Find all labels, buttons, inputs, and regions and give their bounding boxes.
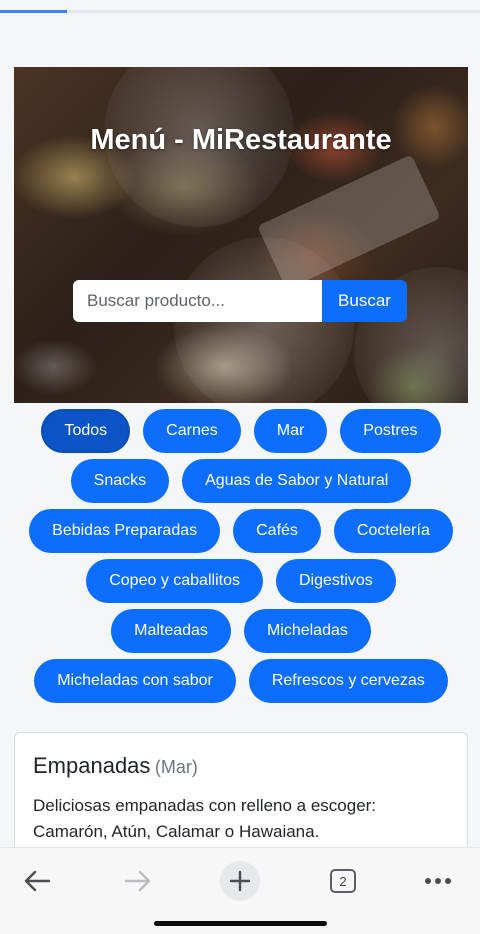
product-name: Empanadas xyxy=(33,753,151,778)
category-button-micheladas-con-sabor[interactable]: Micheladas con sabor xyxy=(34,659,236,703)
category-row: Bebidas Preparadas Cafés Coctelería xyxy=(14,509,468,553)
category-filters: Todos Carnes Mar Postres Snacks Aguas de Sabo… xyxy=(14,403,468,703)
category-button-postres[interactable]: Postres xyxy=(340,409,441,453)
new-tab-button[interactable] xyxy=(218,858,262,904)
page-title: Menú - MiRestaurante xyxy=(90,124,392,156)
category-button-digestivos[interactable]: Digestivos xyxy=(275,559,396,603)
category-button-micheladas[interactable]: Micheladas xyxy=(243,609,371,653)
category-button-mar[interactable]: Mar xyxy=(253,409,328,453)
category-button-bebidas-preparadas[interactable]: Bebidas Preparadas xyxy=(29,509,221,553)
category-button-copeo-y-caballitos[interactable]: Copeo y caballitos xyxy=(86,559,263,603)
back-arrow-icon xyxy=(24,870,51,892)
hero-banner: Menú - MiRestaurante Buscar xyxy=(14,67,468,403)
more-menu-button[interactable] xyxy=(415,858,461,904)
category-button-malteadas[interactable]: Malteadas xyxy=(111,609,231,653)
new-tab-button-bg xyxy=(220,861,260,901)
back-button[interactable] xyxy=(14,858,60,904)
product-description: Deliciosas empanadas con relleno a escog… xyxy=(33,796,377,841)
category-button-snacks[interactable]: Snacks xyxy=(70,459,170,503)
tabs-icon: 2 xyxy=(330,869,356,893)
plus-icon xyxy=(229,870,251,892)
more-dots-icon xyxy=(425,878,451,884)
category-button-refrescos-y-cervezas[interactable]: Refrescos y cervezas xyxy=(248,659,448,703)
hero-image-tray xyxy=(257,154,441,290)
category-button-coctelería[interactable]: Coctelería xyxy=(333,509,453,553)
category-row: Copeo y caballitos Digestivos xyxy=(14,559,468,603)
search-input[interactable] xyxy=(73,280,322,322)
category-row: Snacks Aguas de Sabor y Natural xyxy=(14,459,468,503)
home-indicator xyxy=(154,921,327,926)
category-row: Todos Carnes Mar Postres xyxy=(14,409,468,453)
category-button-aguas-de-sabor-y-natural[interactable]: Aguas de Sabor y Natural xyxy=(182,459,412,503)
category-button-cafés[interactable]: Cafés xyxy=(233,509,321,553)
forward-arrow-icon xyxy=(124,870,151,892)
page-load-progress-fill xyxy=(0,10,68,13)
forward-button[interactable] xyxy=(115,858,161,904)
category-button-carnes[interactable]: Carnes xyxy=(143,409,241,453)
search-bar: Buscar xyxy=(73,280,407,322)
category-row: Micheladas con sabor Refrescos y cervezas xyxy=(14,659,468,703)
product-category: (Mar) xyxy=(154,757,198,777)
category-row: Malteadas Micheladas xyxy=(14,609,468,653)
page-load-progress xyxy=(0,10,480,13)
search-button[interactable]: Buscar xyxy=(322,280,407,322)
category-button-todos[interactable]: Todos xyxy=(41,409,131,453)
tabs-button[interactable]: 2 xyxy=(323,858,363,904)
